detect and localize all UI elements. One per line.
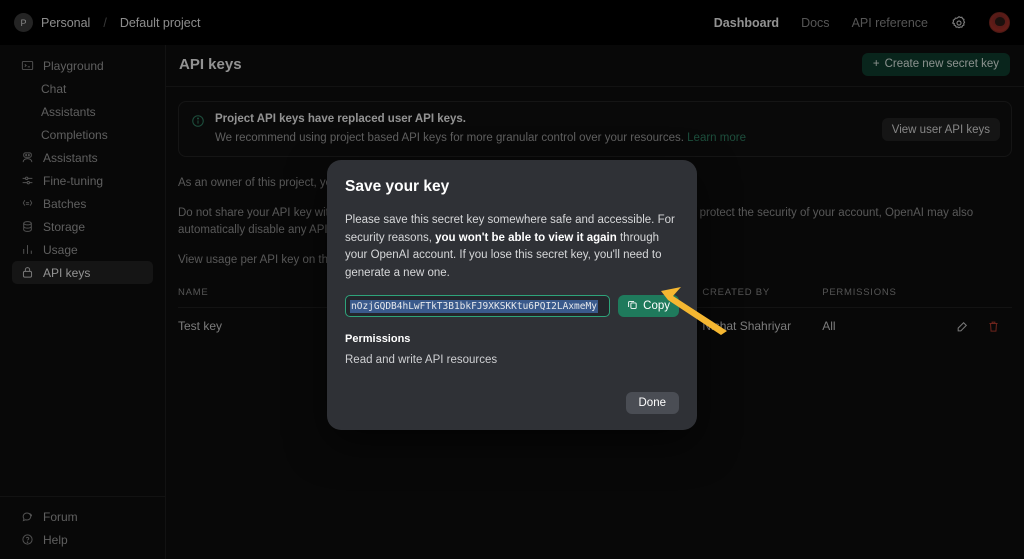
- column-created-by: CREATED BY: [702, 287, 822, 298]
- cell-actions: [942, 320, 1012, 333]
- sidebar-item-api-keys[interactable]: API keys: [12, 261, 153, 284]
- cell-permissions: All: [822, 319, 942, 333]
- plus-icon: +: [873, 58, 880, 70]
- modal-footer: Done: [345, 392, 679, 414]
- column-permissions: PERMISSIONS: [822, 287, 942, 298]
- top-bar: P Personal / Default project Dashboard D…: [0, 0, 1024, 45]
- secret-key-input[interactable]: nOzjGQDB4hLwFTkT3B1bkFJ9XKSKKtu6PQI2LAxm…: [345, 295, 610, 317]
- notice-title: Project API keys have replaced user API …: [215, 113, 746, 125]
- nav-docs[interactable]: Docs: [801, 16, 829, 30]
- braces-icon: [20, 197, 34, 211]
- sidebar-item-label: Help: [43, 533, 68, 547]
- lock-icon: [20, 266, 34, 280]
- modal-permissions-label: Permissions: [345, 333, 679, 345]
- sidebar-divider: [0, 496, 166, 497]
- trash-icon[interactable]: [987, 320, 1000, 333]
- gear-icon[interactable]: [950, 14, 967, 31]
- sidebar-item-label: Fine-tuning: [43, 174, 103, 188]
- app-window: P Personal / Default project Dashboard D…: [0, 0, 1024, 559]
- save-your-key-modal: Save your key Please save this secret ke…: [327, 160, 697, 430]
- sidebar-item-label: Completions: [41, 128, 108, 142]
- nav-api-reference[interactable]: API reference: [852, 16, 928, 30]
- database-icon: [20, 220, 34, 234]
- sidebar-item-playground[interactable]: Playground: [12, 54, 153, 77]
- sliders-icon: [20, 174, 34, 188]
- sidebar-item-label: Chat: [41, 82, 66, 96]
- create-button-label: Create new secret key: [885, 58, 999, 70]
- robot-icon: [20, 151, 34, 165]
- terminal-icon: [20, 59, 34, 73]
- view-user-api-keys-button[interactable]: View user API keys: [882, 118, 1000, 141]
- sidebar-item-label: API keys: [43, 266, 90, 280]
- secret-key-value: nOzjGQDB4hLwFTkT3B1bkFJ9XKSKKtu6PQI2LAxm…: [350, 300, 598, 313]
- sidebar-item-assistants-nested[interactable]: Assistants: [12, 100, 153, 123]
- sidebar-item-fine-tuning[interactable]: Fine-tuning: [12, 169, 153, 192]
- sidebar-item-completions[interactable]: Completions: [12, 123, 153, 146]
- sidebar-item-label: Forum: [43, 510, 78, 524]
- sidebar-item-label: Assistants: [41, 105, 96, 119]
- sidebar-item-chat[interactable]: Chat: [12, 77, 153, 100]
- page-title: API keys: [179, 56, 242, 73]
- edit-icon[interactable]: [956, 320, 969, 333]
- done-button[interactable]: Done: [626, 392, 680, 414]
- avatar[interactable]: [989, 12, 1010, 33]
- bar-chart-icon: [20, 243, 34, 257]
- create-new-secret-key-button[interactable]: + Create new secret key: [862, 53, 1010, 76]
- org-avatar: P: [14, 13, 33, 32]
- sidebar-item-forum[interactable]: Forum: [12, 505, 154, 528]
- sidebar-item-label: Batches: [43, 197, 86, 211]
- notice-body: We recommend using project based API key…: [215, 132, 746, 144]
- project-keys-notice: Project API keys have replaced user API …: [178, 101, 1012, 157]
- sidebar-item-assistants[interactable]: Assistants: [12, 146, 153, 169]
- modal-desc-bold: you won't be able to view it again: [435, 232, 617, 244]
- sidebar-item-batches[interactable]: Batches: [12, 192, 153, 215]
- sidebar-item-label: Assistants: [43, 151, 98, 165]
- sidebar-bottom: Forum Help: [0, 496, 166, 551]
- page-header: API keys + Create new secret key: [166, 45, 1024, 83]
- sidebar-item-storage[interactable]: Storage: [12, 215, 153, 238]
- breadcrumb: P Personal / Default project: [0, 13, 200, 32]
- info-icon: [191, 114, 205, 133]
- modal-title: Save your key: [345, 178, 679, 196]
- question-circle-icon: [20, 533, 34, 547]
- chat-bubble-icon: [20, 510, 34, 524]
- copy-button-label: Copy: [643, 300, 670, 312]
- sidebar-item-usage[interactable]: Usage: [12, 238, 153, 261]
- top-nav: Dashboard Docs API reference: [714, 12, 1024, 33]
- notice-body-text: We recommend using project based API key…: [215, 132, 684, 144]
- breadcrumb-project[interactable]: Default project: [120, 16, 201, 30]
- sidebar-item-help[interactable]: Help: [12, 528, 154, 551]
- modal-permissions-value: Read and write API resources: [345, 354, 679, 366]
- sidebar-item-label: Usage: [43, 243, 78, 257]
- copy-button[interactable]: Copy: [618, 295, 679, 317]
- column-actions: [942, 287, 1012, 298]
- sidebar: Playground Chat Assistants Completions A…: [0, 45, 166, 559]
- nav-dashboard[interactable]: Dashboard: [714, 16, 779, 30]
- secret-key-row: nOzjGQDB4hLwFTkT3B1bkFJ9XKSKKtu6PQI2LAxm…: [345, 295, 679, 317]
- cell-created-by: Nishat Shahriyar: [702, 319, 822, 333]
- breadcrumb-separator: /: [103, 16, 106, 30]
- learn-more-link[interactable]: Learn more: [687, 132, 746, 144]
- breadcrumb-org[interactable]: Personal: [41, 16, 90, 30]
- sidebar-item-label: Playground: [43, 59, 104, 73]
- modal-description: Please save this secret key somewhere sa…: [345, 212, 679, 282]
- sidebar-item-label: Storage: [43, 220, 85, 234]
- copy-icon: [627, 299, 638, 313]
